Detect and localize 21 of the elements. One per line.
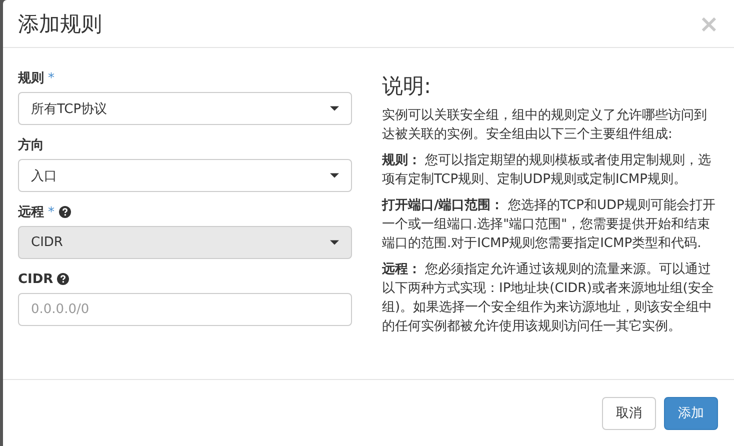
caret-icon: [330, 240, 339, 245]
required-mark: *: [48, 70, 54, 86]
input-field[interactable]: 0.0.0.0/0: [18, 293, 352, 326]
dropdown-field[interactable]: 入口: [18, 159, 352, 192]
dialog-title: 添加规则: [18, 10, 102, 38]
help-paragraph: 远程： 您必须指定允许通过该规则的流量来源。可以通过以下两种方式实现：IP地址块(CIDR)或者来源地址组(安全组)。如果选择一个安全组作为来访源地址，则该安全组中的任何实例都被允许使用该规则访问任一其它实例。: [382, 261, 715, 336]
cancel-button[interactable]: 取消: [602, 396, 656, 430]
field-label: 远程: [18, 204, 44, 221]
help-paragraph: 实例可以关联安全组，组中的规则定义了允许哪些访问到达被关联的实例。安全组由以下三个主要组件组成:: [382, 107, 708, 144]
required-mark: *: [48, 204, 54, 220]
caret-icon: [330, 173, 339, 178]
field-label: 规则: [18, 70, 44, 87]
help-paragraph: 规则： 您可以指定期望的规则模板或者使用定制规则，选项有定制TCP规则、定制UDP规则或定制ICMP规则。: [382, 152, 712, 189]
help-paragraph: 打开端口/端口范围： 您选择的TCP和UDP规则可能会打开一个或一组端口.选择"端口范围"，您需要提供开始和结束端口的范围.对于ICMP规则您需要指定ICMP类型和代码.: [382, 197, 716, 253]
help-icon[interactable]: [57, 273, 70, 285]
dropdown-field[interactable]: 所有TCP协议: [18, 92, 352, 125]
add-button[interactable]: 添加: [664, 396, 718, 430]
field-label: CIDR: [18, 272, 54, 286]
help-heading: 说明:: [382, 73, 432, 100]
field-label: 方向: [18, 136, 44, 154]
caret-icon: [330, 106, 339, 111]
